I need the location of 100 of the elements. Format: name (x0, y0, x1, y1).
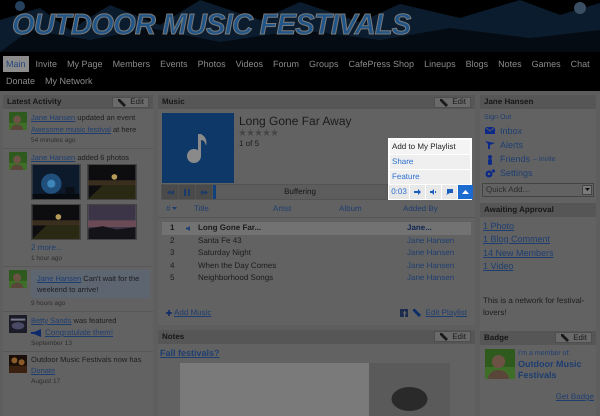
column-header[interactable]: # (166, 202, 170, 214)
speaker-icon (186, 226, 192, 231)
track-number: 5 (169, 272, 176, 284)
track-name: Long Gone Far... (198, 222, 262, 234)
track-name: Saturday Night (198, 247, 252, 260)
panel-title: Music (162, 96, 185, 108)
quick-add-select[interactable]: Quick Add... (482, 182, 594, 196)
flag-icon (485, 141, 495, 151)
up-arrow-button[interactable] (458, 185, 473, 199)
track-number: 3 (169, 247, 176, 260)
get-badge-link[interactable]: Get Badge (556, 391, 594, 403)
track-row[interactable]: 3 Saturday Night Jane Hansen (162, 247, 471, 260)
menu-item[interactable]: Add to My Playlist (390, 140, 470, 154)
nav-tab[interactable]: My Network (42, 73, 96, 89)
track-name: When the Day Comes (198, 260, 277, 272)
person-icon (485, 155, 495, 165)
plus-icon (166, 310, 172, 316)
added-by-link[interactable]: Jane Hansen (407, 272, 469, 284)
forward-icon (200, 190, 208, 194)
more-link[interactable]: 2 more... (31, 242, 63, 253)
envelope-icon (485, 127, 495, 137)
track-position: 1 of 5 (239, 138, 260, 150)
pencil-icon (117, 98, 126, 106)
added-by-link[interactable]: Jane Hansen (407, 247, 469, 260)
edit-button[interactable]: Edit (434, 96, 471, 108)
pencil-icon (439, 98, 448, 106)
note-title-link[interactable]: Fall festivals? (158, 346, 222, 360)
user-menu-link[interactable]: Friends (500, 153, 530, 167)
pencil-icon (439, 332, 448, 341)
approval-link[interactable]: 1 Blog Comment (483, 233, 550, 246)
comment-icon (446, 189, 453, 195)
track-number: 2 (169, 234, 176, 247)
nav-tab[interactable]: Groups (306, 56, 342, 72)
pause-icon (184, 188, 190, 196)
network-description: This is a network for festival-lovers! (482, 294, 586, 318)
volume-icon (430, 189, 437, 195)
nav-tab[interactable]: My Page (64, 56, 106, 72)
track-row[interactable]: 1 Long Gone Far... Jane... (162, 222, 471, 234)
panel-title: Jane Hansen (484, 96, 534, 108)
approval-link[interactable]: 14 New Members (483, 246, 554, 259)
volume-button[interactable] (426, 185, 441, 199)
next-icon (414, 189, 421, 195)
nav-tab[interactable]: Games (528, 56, 564, 72)
nav-tab[interactable]: Chat (568, 56, 593, 72)
track-name: Santa Fe 43 (198, 234, 243, 247)
nav-tab[interactable]: Photos (194, 56, 229, 72)
column-header[interactable]: Added By (403, 202, 465, 214)
nav-tab[interactable]: Videos (232, 56, 266, 72)
congratulate-link[interactable]: Congratulate them! (45, 327, 114, 338)
nav-tab[interactable]: Members (110, 56, 154, 72)
column-header[interactable]: Artist (273, 202, 339, 214)
track-title: Long Gone Far Away (239, 114, 352, 129)
user-menu-link[interactable]: Settings (500, 167, 533, 181)
approval-link[interactable]: 1 Video (483, 260, 514, 272)
megaphone-icon (31, 328, 41, 336)
nav-tab[interactable]: Invite (32, 56, 60, 72)
panel-title: Badge (484, 332, 508, 344)
track-row[interactable]: 2 Santa Fe 43 Jane Hansen (162, 234, 471, 247)
nav-tab[interactable]: CafePress Shop (346, 56, 418, 72)
up-arrow-icon (462, 189, 469, 195)
nav-tab[interactable]: Forum (270, 56, 302, 72)
edit-button[interactable]: Edit (434, 331, 471, 342)
edit-button[interactable]: Edit (555, 332, 592, 343)
menu-item[interactable]: Feature (390, 170, 470, 184)
nav-tab[interactable]: Blogs (462, 56, 492, 72)
panel-title: Awaiting Approval (484, 204, 554, 216)
next-button[interactable] (410, 185, 425, 199)
menu-item[interactable]: Share (390, 155, 470, 169)
track-row[interactable]: 5 Neighborhood Songs Jane Hansen (162, 272, 471, 284)
nav-tab[interactable]: Donate (3, 73, 38, 89)
site-title: OUTDOOR MUSIC FESTIVALS (12, 8, 410, 42)
add-music-link[interactable]: Add Music (174, 306, 212, 318)
added-by-link[interactable]: Jane Hansen (407, 234, 469, 247)
nav-tab[interactable]: Main (3, 56, 29, 72)
caret-icon (172, 207, 178, 210)
track-number: 1 (169, 222, 176, 234)
edit-button[interactable]: Edit (112, 96, 149, 108)
social-icon (400, 308, 408, 316)
added-by-link[interactable]: Jane Hansen (407, 260, 469, 272)
nav-tab[interactable]: Events (157, 56, 191, 72)
comment-button[interactable] (442, 185, 457, 199)
nav-tab[interactable]: Lineups (421, 56, 459, 72)
approval-link[interactable]: 1 Photo (483, 220, 514, 232)
panel-title: Notes (162, 330, 184, 342)
nav-tab[interactable]: Notes (495, 56, 525, 72)
track-number: 4 (169, 260, 176, 272)
badge-network-name: Outdoor Music Festivals (518, 359, 582, 381)
added-by-link[interactable]: Jane... (407, 222, 469, 234)
pencil-icon (412, 308, 422, 317)
user-menu-link[interactable]: Alerts (500, 139, 524, 153)
time-display: 0:03 (389, 185, 409, 199)
pencil-icon (560, 333, 570, 342)
panel-title: Latest Activity (7, 96, 62, 108)
user-menu-link[interactable]: Inbox (500, 125, 522, 139)
track-name: Neighborhood Songs (198, 272, 274, 284)
track-row[interactable]: 4 When the Day Comes Jane Hansen (162, 260, 471, 272)
edit-playlist-link[interactable]: Edit Playlist (426, 306, 467, 318)
column-header[interactable]: Album (339, 202, 403, 214)
rewind-icon (166, 190, 174, 194)
column-header[interactable]: Title (194, 202, 273, 214)
